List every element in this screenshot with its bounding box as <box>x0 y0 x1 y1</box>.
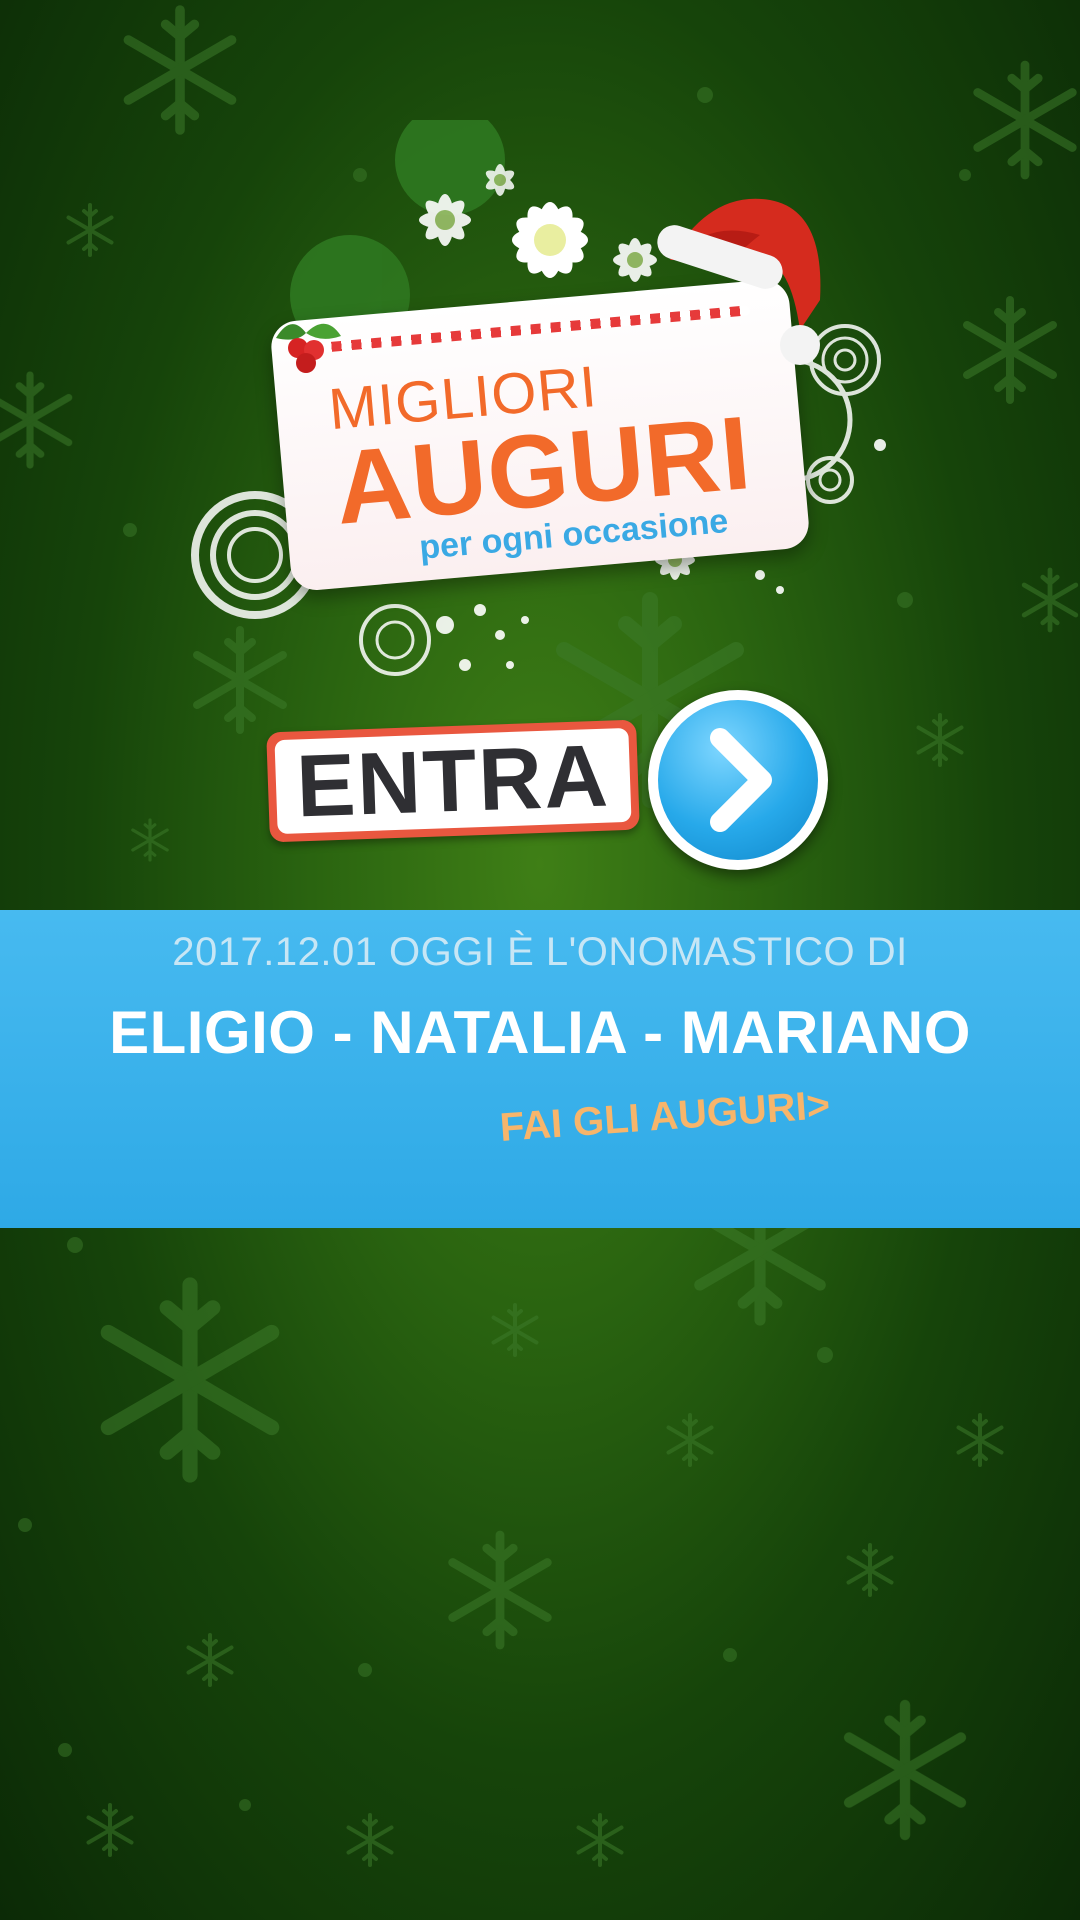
entra-button[interactable]: ENTRA <box>266 690 838 870</box>
name-day-date: 2017.12.01 OGGI È L'ONOMASTICO DI <box>172 930 908 974</box>
holly-icon <box>276 323 341 373</box>
send-wishes-link[interactable]: FAI GLI AUGURI> <box>498 1083 831 1151</box>
enter-arrow-button[interactable] <box>648 690 828 870</box>
name-day-banner: 2017.12.01 OGGI È L'ONOMASTICO DI ELIGIO… <box>0 910 1080 1228</box>
santa-hat-icon <box>657 198 821 365</box>
enter-arrow-inner <box>658 700 818 860</box>
name-day-names: ELIGIO - NATALIA - MARIANO <box>109 999 971 1066</box>
entra-label-frame: ENTRA <box>266 719 640 843</box>
app-logo: MIGLIORI AUGURI per ogni occasione <box>180 120 920 680</box>
chevron-right-icon <box>710 728 772 832</box>
entra-label: ENTRA <box>274 726 632 835</box>
